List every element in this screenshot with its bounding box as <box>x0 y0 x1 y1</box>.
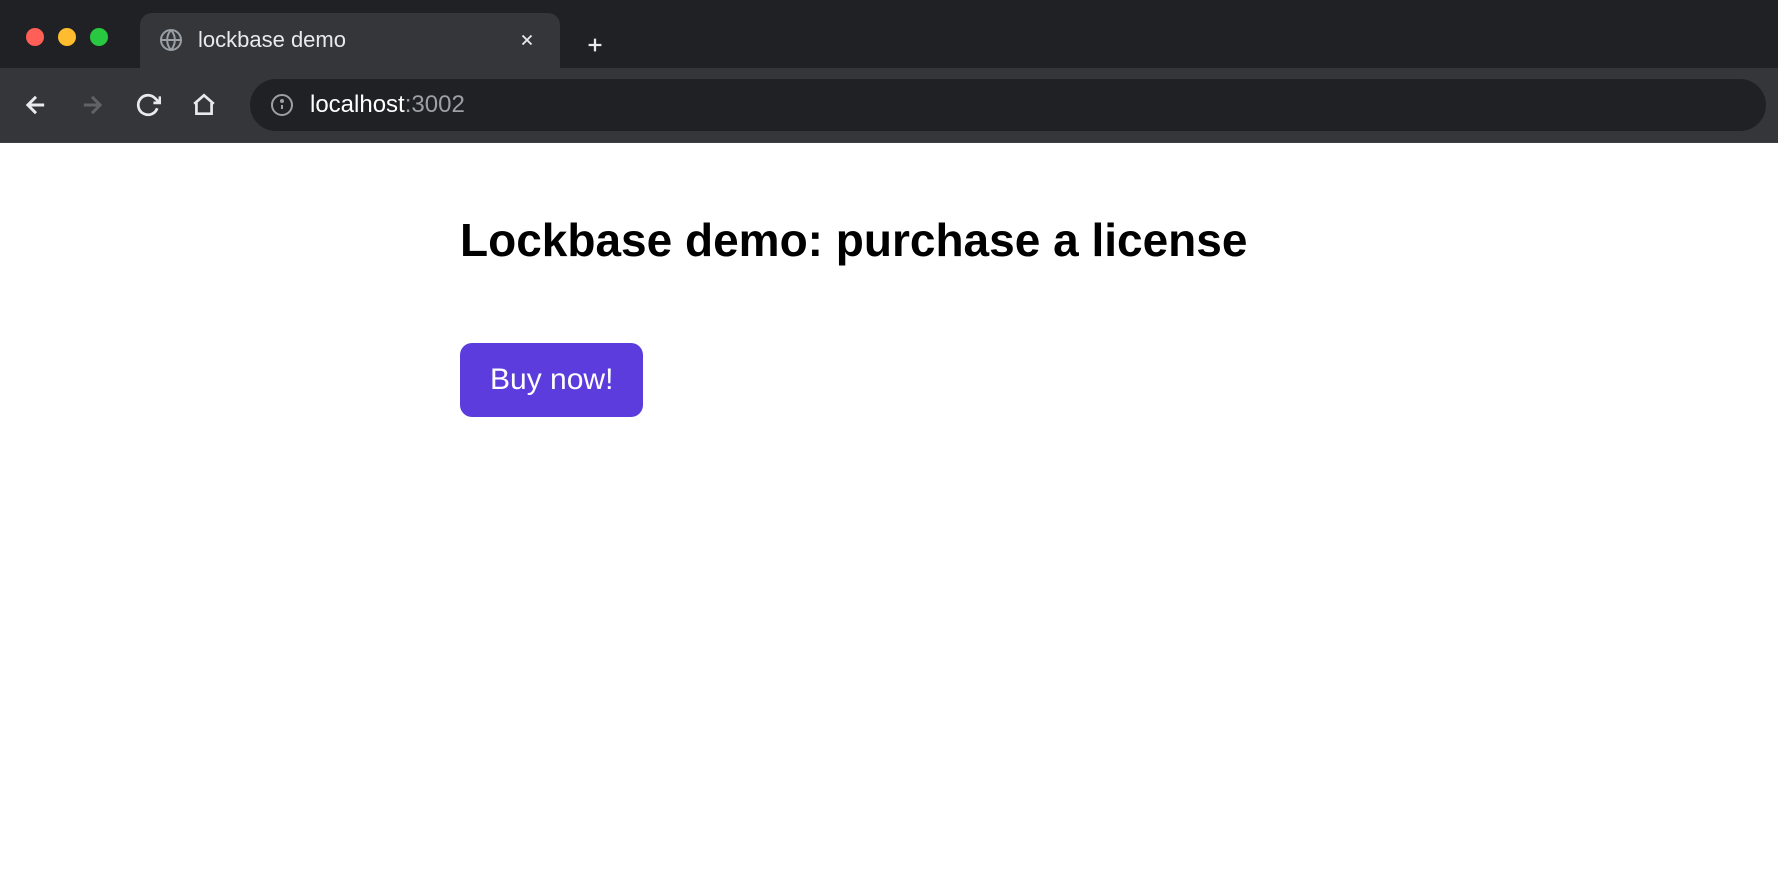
url-port: :3002 <box>405 91 465 118</box>
url-host: localhost <box>310 91 405 118</box>
new-tab-button[interactable] <box>560 34 630 68</box>
address-bar[interactable]: localhost:3002 <box>250 79 1766 131</box>
globe-icon <box>158 27 184 53</box>
page-content: Lockbase demo: purchase a license Buy no… <box>0 143 1778 417</box>
window-close-button[interactable] <box>26 28 44 46</box>
window-controls <box>14 28 120 68</box>
forward-button[interactable] <box>68 81 116 129</box>
page-heading: Lockbase demo: purchase a license <box>460 213 1778 267</box>
tab-close-button[interactable] <box>518 31 542 49</box>
browser-tab[interactable]: lockbase demo <box>140 13 560 68</box>
buy-now-button[interactable]: Buy now! <box>460 343 643 417</box>
window-minimize-button[interactable] <box>58 28 76 46</box>
url-text: localhost:3002 <box>310 91 465 119</box>
back-button[interactable] <box>12 81 60 129</box>
browser-chrome: lockbase demo <box>0 0 1778 143</box>
tab-bar: lockbase demo <box>0 0 1778 68</box>
home-button[interactable] <box>180 81 228 129</box>
tab-title: lockbase demo <box>198 27 504 53</box>
reload-button[interactable] <box>124 81 172 129</box>
site-info-icon[interactable] <box>270 93 294 117</box>
window-maximize-button[interactable] <box>90 28 108 46</box>
browser-toolbar: localhost:3002 <box>0 68 1778 142</box>
